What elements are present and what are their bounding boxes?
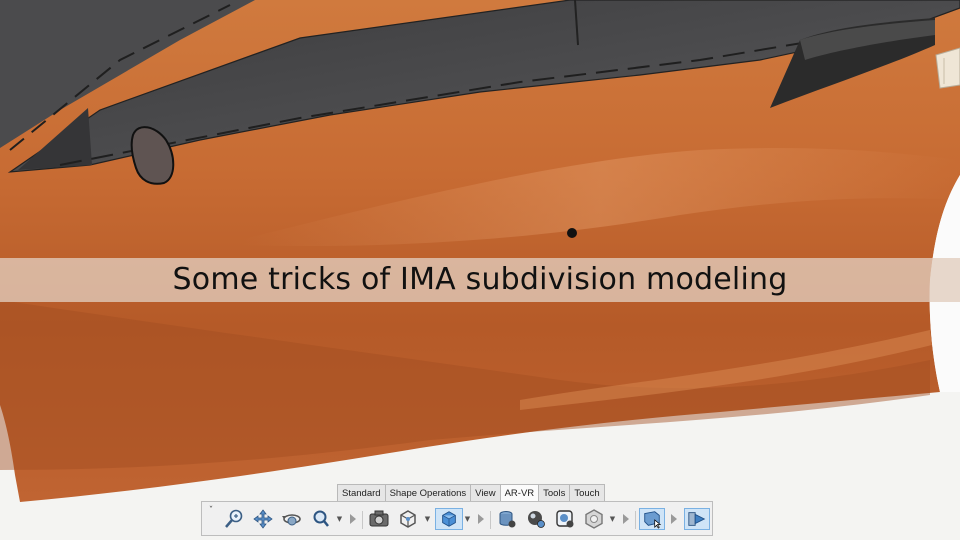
expand-group-arrow-icon-3[interactable]: [623, 514, 629, 524]
expand-group-arrow-icon-4[interactable]: [671, 514, 677, 524]
tab-standard[interactable]: Standard: [337, 484, 386, 502]
ribbon-tabs: Standard Shape Operations View AR-VR Too…: [337, 484, 605, 502]
part-settings-icon[interactable]: [496, 508, 518, 530]
tab-tools[interactable]: Tools: [538, 484, 571, 502]
scene-export-icon[interactable]: [684, 508, 710, 530]
expand-group-arrow-icon[interactable]: [350, 514, 356, 524]
expand-group-arrow-icon-2[interactable]: [478, 514, 484, 524]
door-handle-dot: [567, 228, 577, 238]
tab-view[interactable]: View: [470, 484, 501, 502]
collapse-chevron-icon[interactable]: ˇ: [206, 506, 216, 516]
zoom-icon[interactable]: [223, 508, 245, 530]
mesh-dropdown-arrow-icon[interactable]: ▼: [609, 515, 616, 523]
shading-dropdown-arrow-icon[interactable]: ▼: [464, 515, 471, 523]
screenshot-icon[interactable]: [368, 508, 390, 530]
tab-touch[interactable]: Touch: [569, 484, 605, 502]
display-mode-icon[interactable]: [639, 508, 665, 530]
tab-ar-vr[interactable]: AR-VR: [499, 484, 540, 502]
toolbar-separator: [362, 511, 363, 529]
pan-icon[interactable]: [252, 508, 274, 530]
video-caption: Some tricks of IMA subdivision modeling: [172, 262, 788, 297]
shading-mode-icon[interactable]: [435, 508, 463, 530]
toolbar-separator-3: [635, 511, 636, 529]
toolbar-separator-2: [490, 511, 491, 529]
tab-shape-operations[interactable]: Shape Operations: [384, 484, 472, 502]
zoom-dropdown-arrow-icon[interactable]: ▼: [336, 515, 343, 523]
zoom-area-icon[interactable]: [310, 508, 332, 530]
view-cube-icon[interactable]: [397, 508, 419, 530]
side-marker-light: [935, 47, 960, 89]
view-dropdown-arrow-icon[interactable]: ▼: [424, 515, 431, 523]
command-toolbar: ˇ ▼ ▼ ▼ ▼: [201, 501, 713, 536]
material-settings-icon[interactable]: [525, 508, 547, 530]
render-settings-icon[interactable]: [554, 508, 576, 530]
rotate-icon[interactable]: [281, 508, 303, 530]
mesh-icon[interactable]: [583, 508, 605, 530]
